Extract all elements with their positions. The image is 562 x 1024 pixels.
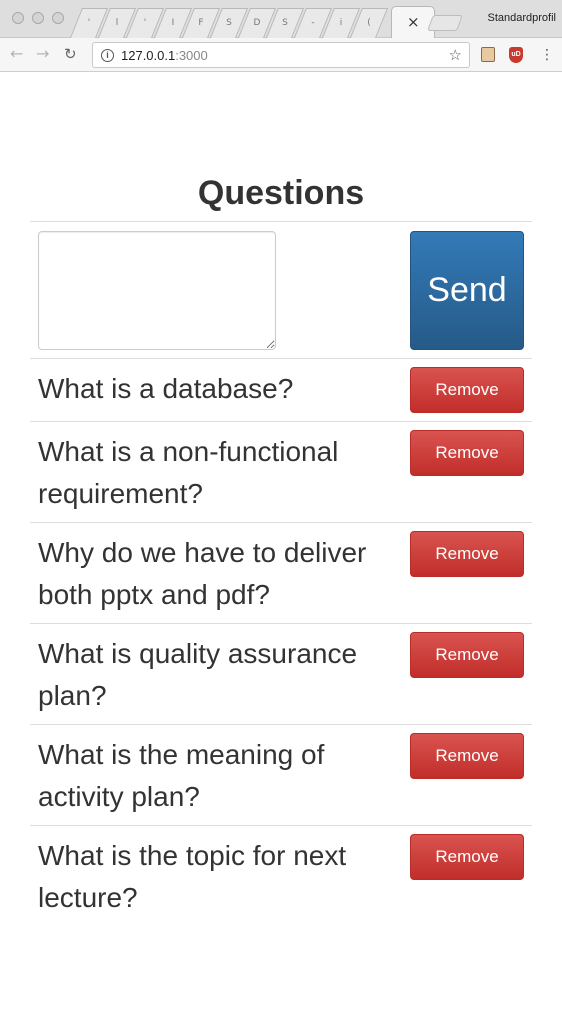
remove-button[interactable]: Remove (410, 430, 524, 476)
reload-icon[interactable]: ↻ (64, 44, 77, 64)
profile-name[interactable]: Standardprofil (488, 12, 557, 24)
extension-icon[interactable] (481, 47, 495, 62)
close-window-icon[interactable] (12, 12, 24, 24)
question-row: What is a non-functional requirement? Re… (30, 421, 532, 522)
zoom-window-icon[interactable] (52, 12, 64, 24)
tab-label: l (115, 18, 119, 28)
close-tab-icon[interactable]: × (407, 14, 420, 30)
new-tab-button[interactable] (427, 15, 463, 31)
question-text: What is the topic for next lecture? (38, 840, 347, 913)
question-input[interactable] (38, 231, 276, 350)
question-row: What is the meaning of activity plan? Re… (30, 724, 532, 825)
question-row: What is a database? Remove (30, 358, 532, 421)
ublock-icon[interactable]: uD (509, 47, 523, 63)
tab-label: i (339, 18, 343, 28)
remove-button[interactable]: Remove (410, 733, 524, 779)
tab-label: ' (143, 18, 147, 28)
tab-label: - (311, 18, 315, 28)
tab-label: ( (367, 18, 371, 28)
info-icon[interactable]: i (101, 49, 114, 62)
address-bar[interactable]: i 127.0.0.1:3000 ☆ (92, 42, 470, 68)
question-text: Why do we have to deliver both pptx and … (38, 537, 367, 610)
send-button[interactable]: Send (410, 231, 524, 350)
tab-label: I (171, 18, 175, 28)
question-row: Why do we have to deliver both pptx and … (30, 522, 532, 623)
menu-icon[interactable]: ⋮ (540, 45, 554, 65)
url-text[interactable]: 127.0.0.1:3000 (121, 48, 208, 63)
tab-label: ' (87, 18, 91, 28)
bookmark-star-icon[interactable]: ☆ (449, 46, 462, 64)
question-text: What is quality assurance plan? (38, 638, 358, 711)
forward-arrow-icon[interactable]: → (36, 44, 49, 64)
page-title: Questions (197, 174, 365, 212)
questions-table: Send What is a database? Remove What is … (30, 221, 532, 926)
question-row: What is quality assurance plan? Remove (30, 623, 532, 724)
browser-tab-bar: ' l ' I F S D S - i ( × Standardprofil (0, 0, 562, 38)
tab-label: S (282, 18, 288, 28)
back-arrow-icon[interactable]: ← (10, 44, 23, 64)
remove-button[interactable]: Remove (410, 834, 524, 880)
browser-toolbar: ← → ↻ i 127.0.0.1:3000 ☆ uD ⋮ (0, 38, 562, 72)
question-row: What is the topic for next lecture? Remo… (30, 825, 532, 926)
question-text: What is a database? (38, 373, 294, 404)
question-text: What is a non-functional requirement? (38, 436, 339, 509)
new-question-row: Send (30, 221, 532, 358)
tab-label: D (253, 18, 261, 28)
remove-button[interactable]: Remove (410, 531, 524, 577)
remove-button[interactable]: Remove (410, 367, 524, 413)
url-port: :3000 (175, 48, 208, 63)
tab-label: S (226, 18, 232, 28)
tab-label: F (198, 18, 204, 28)
url-host: 127.0.0.1 (121, 48, 176, 63)
minimize-window-icon[interactable] (32, 12, 44, 24)
remove-button[interactable]: Remove (410, 632, 524, 678)
question-text: What is the meaning of activity plan? (38, 739, 325, 812)
tab-strip: ' l ' I F S D S - i ( × (69, 6, 436, 38)
